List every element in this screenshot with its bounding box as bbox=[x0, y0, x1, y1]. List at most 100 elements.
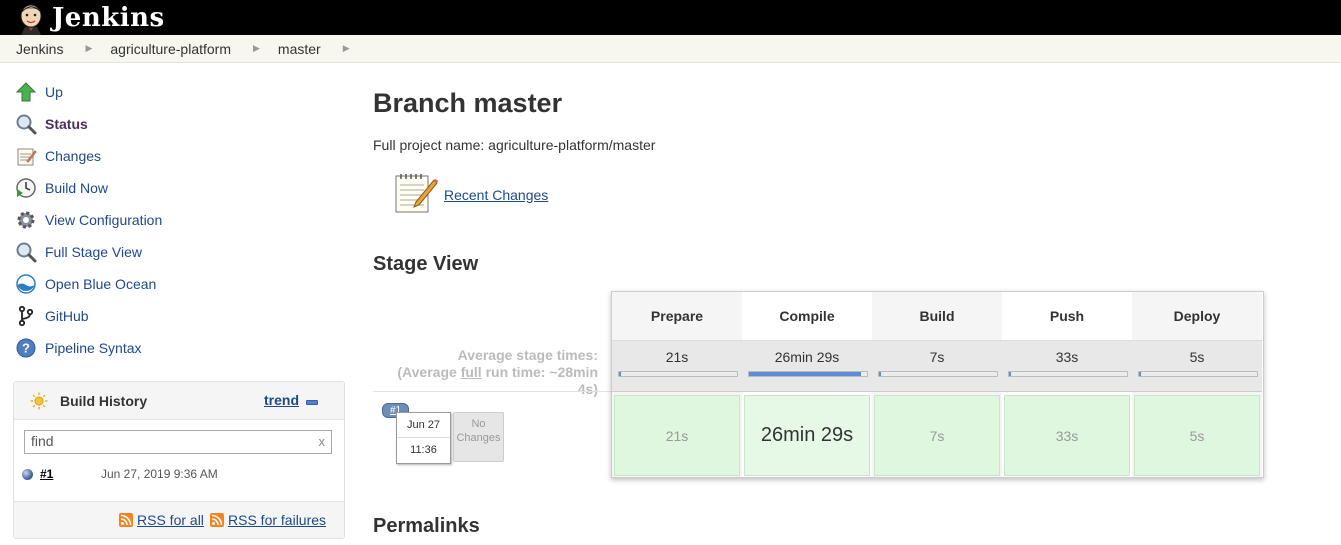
rss-failures-link[interactable]: RSS for failures bbox=[210, 512, 326, 528]
build-row: #1 Jun 27, 2019 9:36 AM bbox=[22, 466, 332, 484]
rss-icon bbox=[210, 513, 224, 527]
stage-average-time: 5s bbox=[1189, 349, 1205, 365]
build-search-box: x bbox=[24, 430, 332, 454]
task-label[interactable]: Pipeline Syntax bbox=[45, 340, 142, 356]
task-view-configuration[interactable]: View Configuration bbox=[14, 204, 334, 236]
stage-run-cell[interactable]: 26min 29s bbox=[744, 395, 870, 476]
svg-text:?: ? bbox=[22, 341, 30, 356]
stage-header: Prepare bbox=[612, 292, 742, 341]
stage-header: Push bbox=[1002, 292, 1132, 341]
logo-text: Jenkins bbox=[52, 2, 165, 33]
stage-run-cell[interactable]: 21s bbox=[614, 395, 740, 476]
chevron-right-icon[interactable]: ▶ bbox=[85, 43, 92, 54]
chevron-right-icon[interactable]: ▶ bbox=[253, 43, 260, 54]
stage-column-build: Build 7s 7s bbox=[872, 292, 1002, 477]
recent-changes[interactable]: Recent Changes bbox=[392, 170, 548, 219]
stage-progress-bar bbox=[878, 371, 998, 377]
collapse-icon[interactable] bbox=[306, 400, 318, 405]
arrow-up-icon bbox=[14, 80, 38, 104]
blue-ocean-icon bbox=[14, 272, 38, 296]
full-run-link[interactable]: full bbox=[461, 364, 482, 380]
magnifier-icon bbox=[14, 112, 38, 136]
task-label[interactable]: Changes bbox=[45, 148, 101, 164]
task-label[interactable]: GitHub bbox=[45, 308, 89, 324]
stage-average-time: 7s bbox=[929, 349, 945, 365]
stage-header: Deploy bbox=[1132, 292, 1262, 341]
jenkins-butler-icon bbox=[14, 1, 48, 35]
build-history-header: Build History trend bbox=[14, 382, 344, 420]
clear-search-icon[interactable]: x bbox=[319, 434, 326, 449]
task-pipeline-syntax[interactable]: ? Pipeline Syntax bbox=[14, 332, 334, 364]
stage-run-cell[interactable]: 5s bbox=[1134, 395, 1260, 476]
stage-progress-bar bbox=[748, 371, 868, 377]
stage-progress-bar bbox=[1138, 371, 1258, 377]
rss-failures-label[interactable]: RSS for failures bbox=[228, 512, 326, 528]
task-label[interactable]: Up bbox=[45, 84, 63, 100]
task-up[interactable]: Up bbox=[14, 76, 334, 108]
stage-view-title: Stage View bbox=[373, 253, 479, 275]
full-project-name: Full project name: agriculture-platform/… bbox=[373, 137, 656, 153]
jenkins-logo[interactable]: Jenkins bbox=[14, 0, 165, 35]
stage-view-table: Prepare 21s 21s Compile 26min 29s 26min … bbox=[611, 291, 1264, 478]
rss-all-link[interactable]: RSS for all bbox=[119, 512, 204, 528]
rss-all-label[interactable]: RSS for all bbox=[137, 512, 204, 528]
stage-column-deploy: Deploy 5s 5s bbox=[1132, 292, 1262, 477]
clock-play-icon bbox=[14, 176, 38, 200]
side-panel-tasks: Up Status Changes Build Now View Configu… bbox=[14, 76, 334, 364]
stage-run-cell[interactable]: 33s bbox=[1004, 395, 1130, 476]
top-header: Jenkins bbox=[0, 0, 1341, 35]
run-date: Jun 27 bbox=[397, 413, 450, 438]
recent-changes-link[interactable]: Recent Changes bbox=[444, 187, 548, 203]
task-label[interactable]: Build Now bbox=[45, 180, 108, 196]
stage-progress-fill bbox=[879, 372, 882, 376]
stage-column-push: Push 33s 33s bbox=[1002, 292, 1132, 477]
help-icon: ? bbox=[14, 336, 38, 360]
task-label[interactable]: Full Stage View bbox=[45, 244, 142, 260]
task-label[interactable]: Open Blue Ocean bbox=[45, 276, 156, 292]
avg-label-line-2: (Average full run time: ~28min bbox=[380, 364, 598, 381]
task-github[interactable]: GitHub bbox=[14, 300, 334, 332]
page-title: Branch master bbox=[373, 88, 563, 118]
build-date[interactable]: Jun 27, 2019 9:36 AM bbox=[101, 467, 218, 481]
status-ball-icon bbox=[22, 469, 33, 480]
stage-progress-fill bbox=[749, 372, 862, 376]
no-changes-box[interactable]: No Changes bbox=[453, 412, 504, 462]
build-history-footer: RSS for all RSS for failures bbox=[14, 501, 344, 538]
avg-label-part: run time: ~28min bbox=[481, 364, 598, 380]
stage-average-time: 33s bbox=[1055, 349, 1079, 365]
stage-average-time: 21s bbox=[665, 349, 689, 365]
task-build-now[interactable]: Build Now bbox=[14, 172, 334, 204]
task-full-stage-view[interactable]: Full Stage View bbox=[14, 236, 334, 268]
gear-icon bbox=[14, 208, 38, 232]
stage-average: 33s bbox=[1002, 341, 1132, 392]
avg-label-part: (Average bbox=[397, 364, 461, 380]
task-open-blue-ocean[interactable]: Open Blue Ocean bbox=[14, 268, 334, 300]
run-date-box[interactable]: Jun 27 11:36 bbox=[396, 412, 451, 464]
task-status[interactable]: Status bbox=[14, 108, 334, 140]
build-history-title: Build History bbox=[60, 392, 148, 409]
build-history-panel: Build History trend x #1 Jun 27, 2019 9:… bbox=[13, 381, 345, 539]
run-time: 11:36 bbox=[410, 444, 437, 456]
task-label[interactable]: View Configuration bbox=[45, 212, 162, 228]
breadcrumb-master[interactable]: master bbox=[278, 41, 321, 57]
trend-link[interactable]: trend bbox=[264, 392, 299, 408]
stage-progress-bar bbox=[1008, 371, 1128, 377]
stage-header: Compile bbox=[742, 292, 872, 341]
stage-progress-fill bbox=[1009, 372, 1012, 376]
build-number-link[interactable]: #1 bbox=[40, 467, 53, 481]
stage-progress-fill bbox=[1139, 372, 1142, 376]
avg-label-line-1: Average stage times: bbox=[457, 347, 598, 363]
chevron-right-icon[interactable]: ▶ bbox=[343, 43, 350, 54]
breadcrumb: Jenkins ▶ agriculture-platform ▶ master … bbox=[0, 35, 1341, 63]
stage-average-time: 26min 29s bbox=[774, 349, 840, 365]
sun-weather-icon bbox=[30, 392, 48, 410]
stage-average: 26min 29s bbox=[742, 341, 872, 392]
stage-run-cell[interactable]: 7s bbox=[874, 395, 1000, 476]
stage-average: 21s bbox=[612, 341, 742, 392]
notepad-icon bbox=[392, 170, 438, 219]
task-label[interactable]: Status bbox=[45, 116, 88, 132]
build-search-input[interactable] bbox=[25, 431, 301, 451]
breadcrumb-jenkins[interactable]: Jenkins bbox=[16, 41, 63, 57]
task-changes[interactable]: Changes bbox=[14, 140, 334, 172]
breadcrumb-agriculture-platform[interactable]: agriculture-platform bbox=[110, 41, 231, 57]
